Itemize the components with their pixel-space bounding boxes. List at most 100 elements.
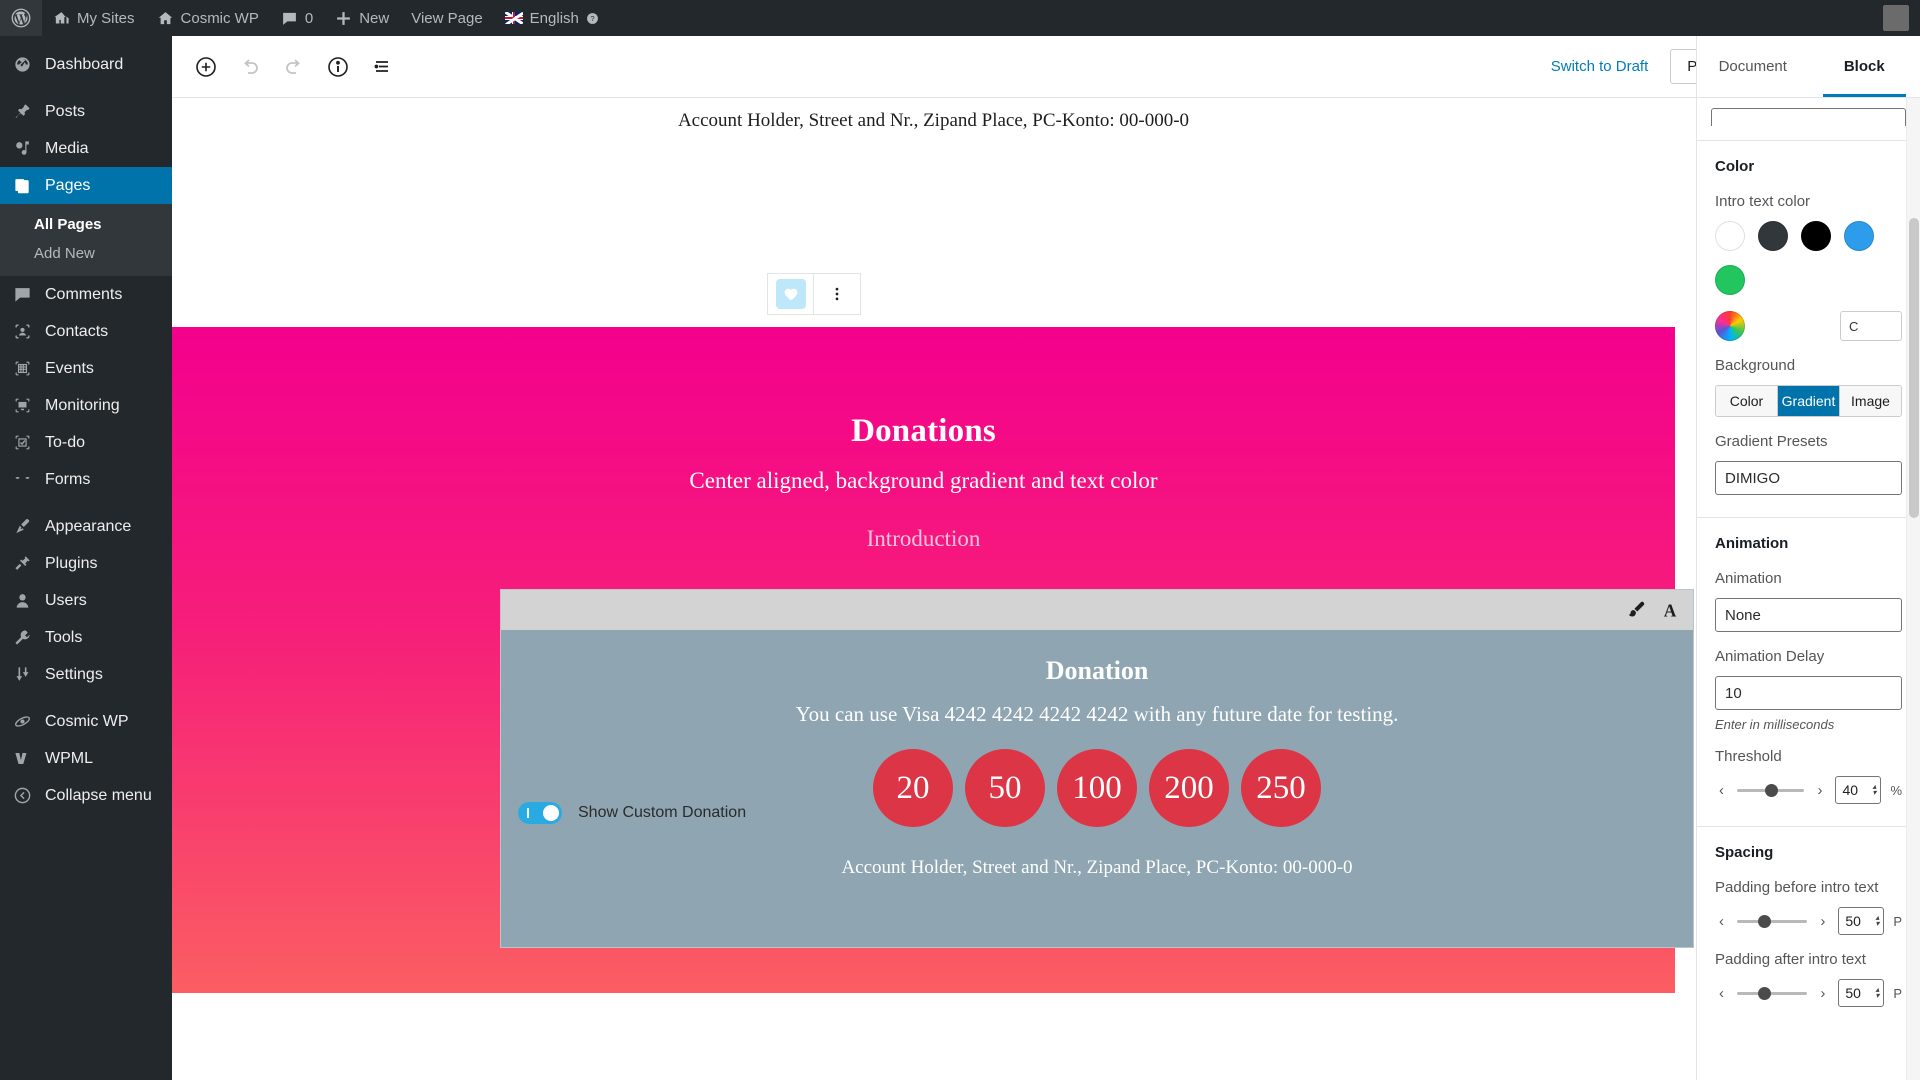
adminbar-account-avatar[interactable] (1872, 0, 1920, 36)
adminbar-label: English (529, 9, 579, 27)
inspector-scrollbar[interactable] (1906, 98, 1920, 1080)
contacts-icon (10, 322, 34, 341)
padding-before-increment-icon[interactable]: › (1816, 913, 1829, 930)
adminbar-item-my-sites[interactable]: My Sites (42, 0, 146, 36)
sidebar-item-collapse-menu[interactable]: Collapse menu (0, 777, 172, 814)
show-custom-donation-toggle[interactable] (518, 802, 562, 824)
background-option-gradient[interactable]: Gradient (1778, 386, 1840, 416)
sidebar-item-forms[interactable]: Forms (0, 461, 172, 498)
users-icon (10, 591, 34, 610)
sidebar-item-tools[interactable]: Tools (0, 619, 172, 656)
amount-option[interactable]: 200 (1149, 749, 1229, 827)
color-swatch-green[interactable] (1715, 265, 1745, 295)
sidebar-item-label: Monitoring (45, 396, 120, 414)
sidebar-item-pages[interactable]: Pages (0, 167, 172, 204)
undo-button[interactable] (228, 45, 272, 89)
paintbrush-icon[interactable] (1619, 593, 1653, 627)
background-option-image[interactable]: Image (1840, 386, 1901, 416)
color-swatch-custom-rainbow[interactable] (1715, 311, 1745, 341)
amount-option[interactable]: 50 (965, 749, 1045, 827)
sidebar-item-label: Tools (45, 628, 83, 646)
background-option-color[interactable]: Color (1716, 386, 1778, 416)
spinner-icon[interactable]: ▴ ▾ (1875, 986, 1879, 1000)
spinner-icon[interactable]: ▴ ▾ (1872, 783, 1876, 797)
color-swatch-dark-gray[interactable] (1758, 221, 1788, 251)
padding-before-decrement-icon[interactable]: ‹ (1715, 913, 1728, 930)
gradient-preset-select[interactable]: DIMIGO (1715, 461, 1902, 495)
custom-color-button[interactable]: C (1840, 311, 1902, 341)
sidebar-item-dashboard[interactable]: Dashboard (0, 46, 172, 83)
padding-before-number-input[interactable]: 50 ▴ ▾ (1838, 907, 1885, 935)
sidebar-item-users[interactable]: Users (0, 582, 172, 619)
threshold-number-input[interactable]: 40 ▴ ▾ (1835, 776, 1882, 804)
svg-text:A: A (1664, 600, 1677, 620)
padding-after-slider[interactable] (1737, 984, 1808, 1002)
sidebar-subitem-add-new[interactable]: Add New (0, 239, 172, 268)
sidebar-item-label: WPML (45, 749, 93, 767)
sidebar-item-contacts[interactable]: Contacts (0, 313, 172, 350)
sidebar-item-events[interactable]: Events (0, 350, 172, 387)
sidebar-item-monitoring[interactable]: Monitoring (0, 387, 172, 424)
adminbar-item-site-name[interactable]: Cosmic WP (146, 0, 270, 36)
threshold-value: 40 (1842, 782, 1859, 798)
sidebar-item-to-do[interactable]: To-do (0, 424, 172, 461)
amount-option[interactable]: 100 (1057, 749, 1137, 827)
animation-select[interactable]: None (1715, 598, 1902, 632)
sidebar-item-label: Media (45, 139, 89, 157)
content-info-button[interactable] (316, 45, 360, 89)
sidebar-subitem-all-pages[interactable]: All Pages (0, 210, 172, 239)
inspector-scrollbar-thumb[interactable] (1909, 218, 1919, 518)
threshold-increment-icon[interactable]: › (1813, 782, 1826, 799)
add-block-button[interactable] (184, 45, 228, 89)
adminbar-item-new[interactable]: New (324, 0, 400, 36)
color-swatch-blue[interactable] (1844, 221, 1874, 251)
padding-after-decrement-icon[interactable]: ‹ (1715, 985, 1728, 1002)
padding-after-intro-label: Padding after intro text (1715, 951, 1866, 968)
block-type-button[interactable] (768, 274, 814, 314)
slider-thumb[interactable] (1758, 987, 1772, 1000)
text-color-icon[interactable]: A (1653, 593, 1687, 627)
block-options-button[interactable] (814, 274, 860, 314)
padding-after-number-input[interactable]: 50 ▴ ▾ (1838, 979, 1885, 1007)
sidebar-item-plugins[interactable]: Plugins (0, 545, 172, 582)
help-circle-icon[interactable]: ? (586, 12, 599, 25)
sidebar-item-label: Users (45, 591, 87, 609)
sidebar-item-settings[interactable]: Settings (0, 656, 172, 693)
donation-form-card[interactable]: A Donation You can use Visa 4242 4242 42… (500, 589, 1694, 948)
padding-before-slider[interactable] (1737, 912, 1808, 930)
adminbar-item-language[interactable]: English ? (494, 0, 610, 36)
padding-after-unit: P (1893, 985, 1902, 1001)
sidebar-item-wpml[interactable]: WPML (0, 740, 172, 777)
slider-thumb[interactable] (1758, 915, 1772, 928)
threshold-decrement-icon[interactable]: ‹ (1715, 782, 1728, 799)
adminbar-item-view-page[interactable]: View Page (400, 0, 493, 36)
block-navigation-button[interactable] (360, 45, 404, 89)
tab-block[interactable]: Block (1809, 36, 1920, 97)
threshold-slider[interactable] (1737, 781, 1805, 799)
donation-card-body: Donation You can use Visa 4242 4242 4242… (501, 630, 1693, 948)
amount-option[interactable]: 250 (1241, 749, 1321, 827)
color-swatch-white[interactable] (1715, 221, 1745, 251)
partial-field-above[interactable] (1711, 108, 1906, 126)
sidebar-item-label: Contacts (45, 322, 109, 340)
color-swatch-black[interactable] (1801, 221, 1831, 251)
switch-to-draft-button[interactable]: Switch to Draft (1543, 52, 1657, 81)
tools-wrench-icon (10, 628, 34, 647)
sidebar-item-posts[interactable]: Posts (0, 93, 172, 130)
tab-document[interactable]: Document (1697, 36, 1809, 97)
adminbar-item-comments[interactable]: 0 (270, 0, 324, 36)
sidebar-item-cosmic-wp[interactable]: Cosmic WP (0, 703, 172, 740)
sidebar-item-comments[interactable]: Comments (0, 276, 172, 313)
sidebar-item-media[interactable]: Media (0, 130, 172, 167)
padding-after-increment-icon[interactable]: › (1816, 985, 1829, 1002)
slider-thumb[interactable] (1765, 784, 1779, 797)
wordpress-logo-button[interactable] (0, 0, 42, 36)
spinner-icon[interactable]: ▴ ▾ (1875, 914, 1879, 928)
amount-option[interactable]: 20 (873, 749, 953, 827)
animation-delay-label: Animation Delay (1715, 648, 1825, 665)
animation-delay-input[interactable]: 10 (1715, 676, 1902, 710)
sidebar-item-label: Comments (45, 285, 123, 303)
sidebar-item-label: Pages (45, 176, 91, 194)
sidebar-item-appearance[interactable]: Appearance (0, 508, 172, 545)
redo-button[interactable] (272, 45, 316, 89)
